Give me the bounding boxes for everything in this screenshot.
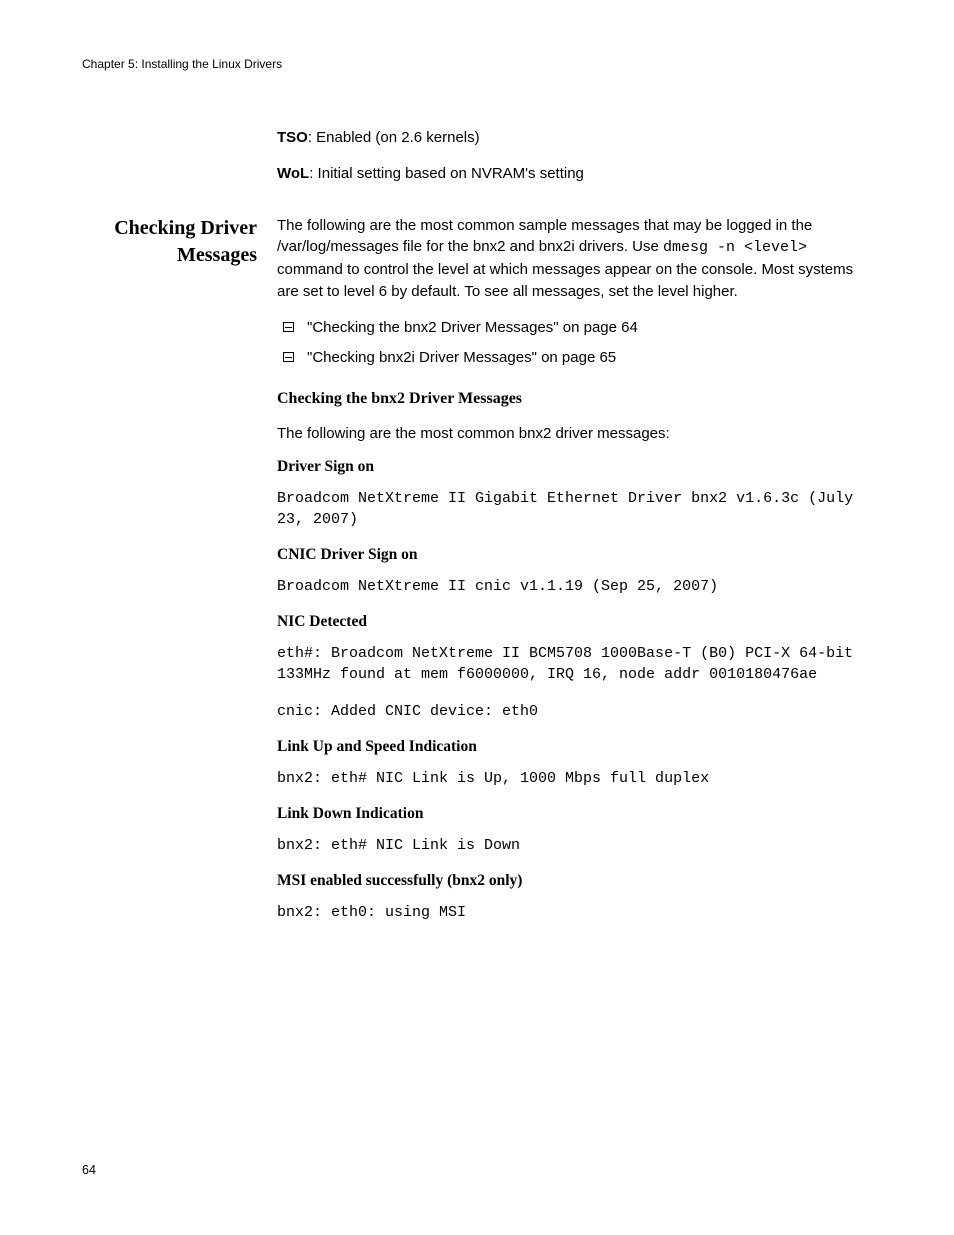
heading-link-up: Link Up and Speed Indication xyxy=(277,738,872,756)
heading-nic-detected: NIC Detected xyxy=(277,613,872,631)
heading-link-down: Link Down Indication xyxy=(277,805,872,823)
intro-paragraph: The following are the most common sample… xyxy=(277,215,872,303)
intro-cmd: dmesg -n <level> xyxy=(663,239,807,256)
list-item: "Checking the bnx2 Driver Messages" on p… xyxy=(277,317,872,340)
code-link-down: bnx2: eth# NIC Link is Down xyxy=(277,835,872,856)
heading-cnic-signon: CNIC Driver Sign on xyxy=(277,546,872,564)
bullet-text: "Checking the bnx2 Driver Messages" on p… xyxy=(307,319,638,336)
wol-value: : Initial setting based on NVRAM's setti… xyxy=(309,165,584,182)
code-nic-detected-2: cnic: Added CNIC device: eth0 xyxy=(277,701,872,722)
bullet-icon xyxy=(283,322,294,332)
code-driver-signon: Broadcom NetXtreme II Gigabit Ethernet D… xyxy=(277,488,872,530)
bnx2-intro: The following are the most common bnx2 d… xyxy=(277,423,872,445)
page-header: Chapter 5: Installing the Linux Drivers xyxy=(82,57,872,71)
wol-label: WoL xyxy=(277,165,309,182)
bullet-text: "Checking bnx2i Driver Messages" on page… xyxy=(307,349,616,366)
section-sidebar-heading: Checking Driver Messages xyxy=(82,215,257,940)
intro-part2: command to control the level at which me… xyxy=(277,261,853,300)
code-msi: bnx2: eth0: using MSI xyxy=(277,902,872,923)
section-heading-bnx2: Checking the bnx2 Driver Messages xyxy=(277,390,872,408)
code-link-up: bnx2: eth# NIC Link is Up, 1000 Mbps ful… xyxy=(277,768,872,789)
code-nic-detected-1: eth#: Broadcom NetXtreme II BCM5708 1000… xyxy=(277,643,872,685)
xref-list: "Checking the bnx2 Driver Messages" on p… xyxy=(277,317,872,370)
tso-value: : Enabled (on 2.6 kernels) xyxy=(308,129,480,146)
list-item: "Checking bnx2i Driver Messages" on page… xyxy=(277,347,872,370)
page-number: 64 xyxy=(82,1163,96,1177)
code-cnic-signon: Broadcom NetXtreme II cnic v1.1.19 (Sep … xyxy=(277,576,872,597)
wol-setting: WoL: Initial setting based on NVRAM's se… xyxy=(277,163,872,185)
heading-msi: MSI enabled successfully (bnx2 only) xyxy=(277,872,872,890)
tso-label: TSO xyxy=(277,129,308,146)
tso-setting: TSO: Enabled (on 2.6 kernels) xyxy=(277,127,872,149)
bullet-icon xyxy=(283,352,294,362)
heading-driver-signon: Driver Sign on xyxy=(277,458,872,476)
